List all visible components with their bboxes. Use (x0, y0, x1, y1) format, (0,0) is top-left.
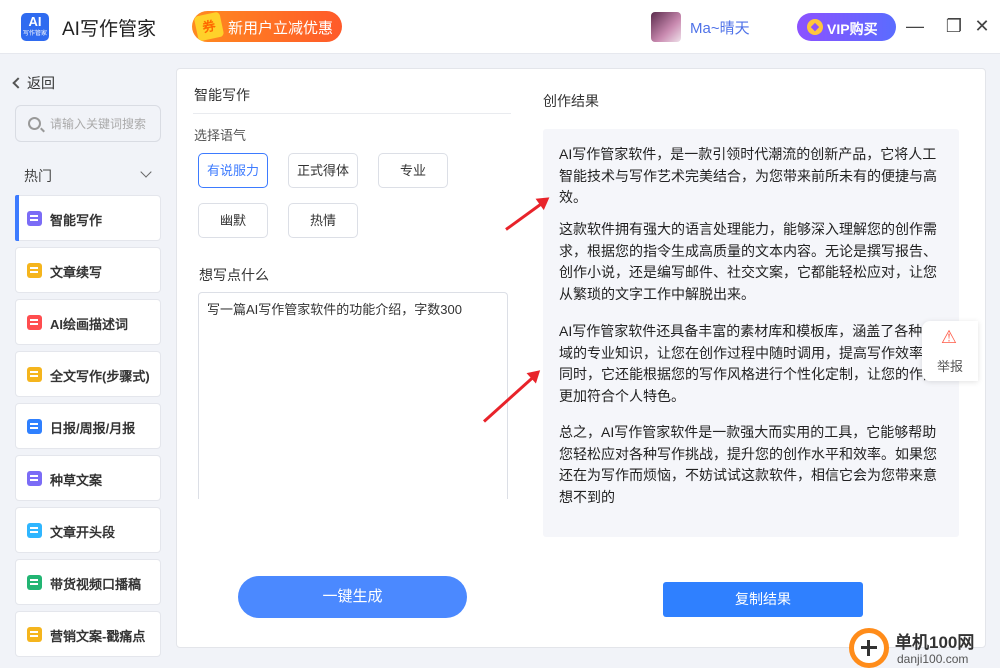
app-title: AI写作管家 (62, 19, 156, 40)
user-avatar[interactable] (651, 12, 681, 42)
divider (193, 113, 511, 114)
section-hot-toggle[interactable]: 热门 (24, 166, 154, 186)
watermark-domain: danji100.com (897, 652, 969, 666)
search-box (15, 105, 161, 142)
tone-label: 选择语气 (194, 128, 247, 143)
tone-persuasive-button[interactable]: 有说服力 (198, 153, 268, 188)
sidebar-item-full-writing-steps[interactable]: 全文写作(步骤式) (15, 351, 161, 397)
tone-enthusiastic-button[interactable]: 热情 (288, 203, 358, 238)
sidebar-item-seeding-copy[interactable]: 种草文案 (15, 455, 161, 501)
search-input[interactable] (50, 115, 156, 133)
close-button[interactable]: ✕ (970, 14, 994, 38)
sidebar-item-marketing-copy[interactable]: 营销文案-戳痛点 (15, 611, 161, 657)
watermark-name: 单机100网 (895, 633, 975, 652)
video-icon (27, 575, 42, 590)
sidebar-item-ai-painting-prompt[interactable]: AI绘画描述词 (15, 299, 161, 345)
coupon-icon: 券 (193, 11, 225, 42)
maximize-button[interactable]: ❐ (942, 14, 966, 38)
app-logo: AI 写作管家 (21, 13, 49, 41)
promo-label: 新用户立减优惠 (228, 20, 334, 37)
result-paragraph: AI写作管家软件，是一款引领时代潮流的创新产品，它将人工智能技术与写作艺术完美结… (559, 146, 937, 205)
copy-result-button[interactable]: 复制结果 (663, 582, 863, 617)
prompt-text: 写一篇AI写作管家软件的功能介绍，字数300 (207, 302, 462, 317)
prompt-textarea[interactable]: 写一篇AI写作管家软件的功能介绍，字数300 (198, 292, 508, 499)
tone-formal-button[interactable]: 正式得体 (288, 153, 358, 188)
result-title: 创作结果 (543, 93, 599, 109)
sidebar-item-smart-writing[interactable]: 智能写作 (15, 195, 161, 241)
minimize-button[interactable]: — (903, 14, 927, 38)
watermark: 单机100网 danji100.com (849, 628, 999, 668)
result-paragraph: AI写作管家软件还具备丰富的素材库和模板库，涵盖了各种领域的专业知识，让您在创作… (559, 323, 937, 404)
report-label: 举报 (936, 359, 963, 374)
result-output: AI写作管家软件，是一款引领时代潮流的创新产品，它将人工智能技术与写作艺术完美结… (543, 129, 959, 537)
sidebar-item-article-continue[interactable]: 文章续写 (15, 247, 161, 293)
title-bar: AI 写作管家 AI写作管家 券 新用户立减优惠 Ma~晴天 ◆ VIP购买 —… (0, 0, 1000, 54)
sidebar-item-video-script[interactable]: 带货视频口播稿 (15, 559, 161, 605)
watermark-logo (849, 628, 889, 668)
feature-list: 智能写作 文章续写 AI绘画描述词 全文写作(步骤式) 日报/周报/月报 种草文… (15, 195, 161, 663)
prompt-label: 想写点什么 (199, 267, 269, 283)
alarm-icon: ⚠ (940, 327, 958, 347)
search-icon (28, 117, 41, 130)
sidebar-item-article-opening[interactable]: 文章开头段 (15, 507, 161, 553)
notes-icon (27, 367, 42, 382)
back-label: 返回 (27, 75, 55, 91)
tone-humorous-button[interactable]: 幽默 (198, 203, 268, 238)
back-button[interactable]: 返回 (12, 73, 55, 93)
calendar-icon (27, 419, 42, 434)
writer-title: 智能写作 (194, 87, 250, 103)
chevron-left-icon (12, 77, 24, 89)
vip-label: VIP购买 (827, 21, 878, 37)
notes-icon (27, 627, 42, 642)
chevron-down-icon (140, 166, 152, 178)
document-icon (27, 523, 42, 538)
sidebar-item-reports[interactable]: 日报/周报/月报 (15, 403, 161, 449)
main-panel: 智能写作 选择语气 有说服力 正式得体 专业 幽默 热情 想写点什么 写一篇AI… (176, 68, 986, 648)
palette-icon (27, 315, 42, 330)
result-paragraph: 总之，AI写作管家软件是一款强大而实用的工具，它能够帮助您轻松应对各种写作挑战，… (559, 424, 937, 505)
tone-professional-button[interactable]: 专业 (378, 153, 448, 188)
report-button[interactable]: ⚠ 举报 (922, 321, 978, 381)
result-paragraph: 这款软件拥有强大的语言处理能力，能够深入理解您的创作需求，根据您的指令生成高质量… (559, 221, 937, 302)
save-icon (27, 471, 42, 486)
vip-purchase-button[interactable]: ◆ VIP购买 (797, 13, 896, 41)
username[interactable]: Ma~晴天 (690, 17, 750, 38)
new-user-promo-button[interactable]: 券 新用户立减优惠 (192, 11, 342, 42)
document-icon (27, 211, 42, 226)
diamond-icon: ◆ (807, 19, 823, 35)
generate-button[interactable]: 一键生成 (238, 576, 467, 618)
notes-icon (27, 263, 42, 278)
sidebar: 返回 热门 智能写作 文章续写 AI绘画描述词 全文写作(步骤式) 日报/周报/… (0, 55, 168, 668)
section-title: 热门 (24, 168, 52, 184)
